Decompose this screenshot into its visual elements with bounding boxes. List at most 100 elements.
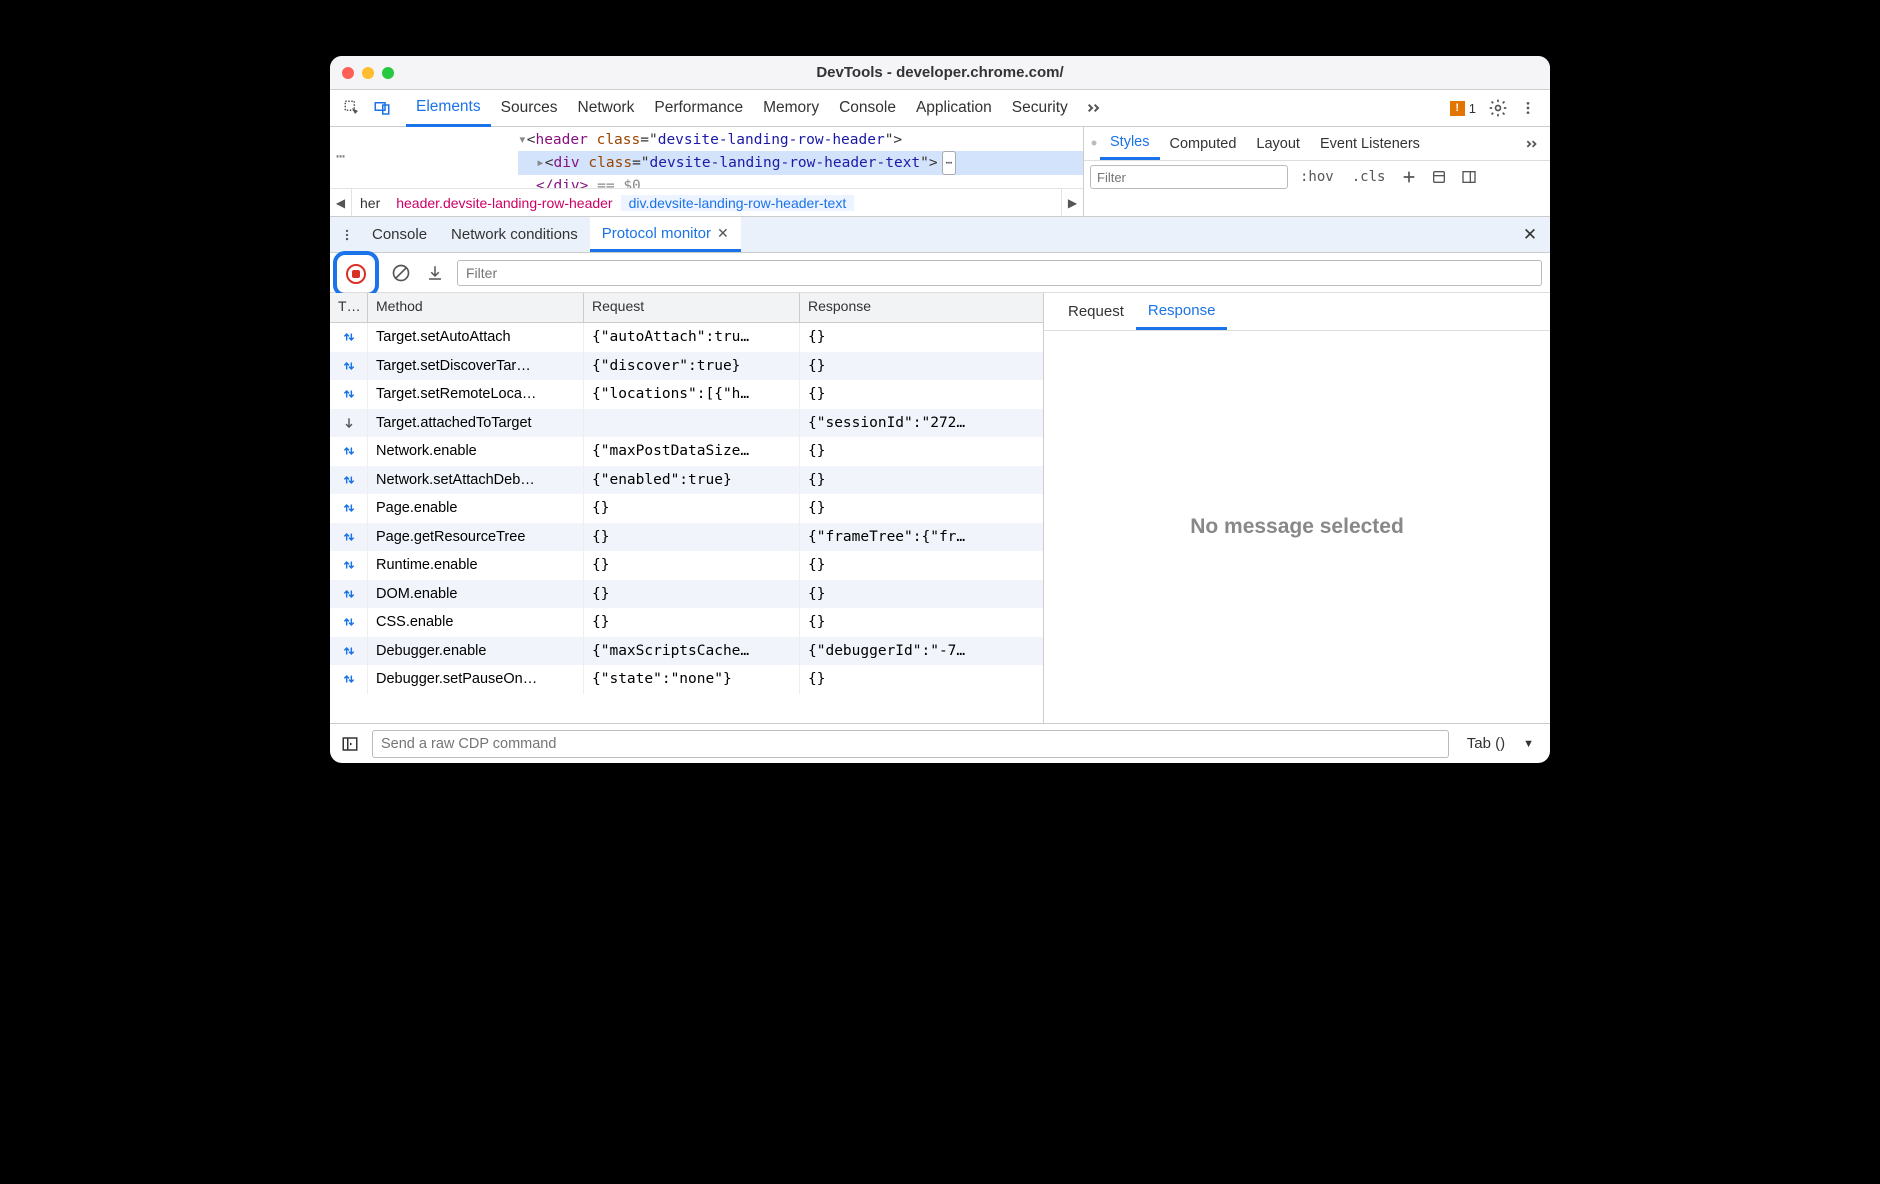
cell-method: CSS.enable [368, 608, 584, 637]
breadcrumb-item-selected[interactable]: div.devsite-landing-row-header-text [621, 195, 855, 211]
detail-tab-strip: RequestResponse [1044, 293, 1550, 331]
device-toolbar-icon[interactable] [368, 94, 396, 122]
issues-count: 1 [1469, 101, 1476, 116]
dom-line[interactable]: </div> == $0 [518, 175, 1083, 188]
direction-icon [330, 437, 368, 466]
direction-icon [330, 665, 368, 694]
table-row[interactable]: Debugger.setPauseOn…{"state":"none"}{} [330, 665, 1043, 694]
drawer-tab-label: Protocol monitor [602, 225, 711, 242]
tab-application[interactable]: Application [906, 90, 1002, 126]
settings-icon[interactable] [1484, 94, 1512, 122]
inspect-element-icon[interactable] [338, 94, 366, 122]
drawer-more-icon[interactable] [336, 221, 358, 249]
breadcrumb-scroll-right-icon[interactable]: ▶ [1061, 189, 1083, 216]
table-row[interactable]: Target.attachedToTarget{"sessionId":"272… [330, 409, 1043, 438]
new-style-rule-icon[interactable] [1397, 165, 1421, 189]
cell-response: {} [800, 352, 1043, 381]
tab-sources[interactable]: Sources [491, 90, 568, 126]
direction-icon [330, 580, 368, 609]
close-tab-icon[interactable]: ✕ [717, 225, 729, 242]
table-row[interactable]: Target.setDiscoverTar…{"discover":true}{… [330, 352, 1043, 381]
table-row[interactable]: Network.setAttachDeb…{"enabled":true}{} [330, 466, 1043, 495]
close-window-button[interactable] [342, 67, 354, 79]
more-style-tabs-icon[interactable] [1518, 130, 1546, 158]
styles-tab-layout[interactable]: Layout [1246, 127, 1310, 160]
detail-placeholder: No message selected [1044, 331, 1550, 723]
dom-line-selected[interactable]: ▸<div class="devsite-landing-row-header-… [518, 151, 1083, 175]
dom-gutter-ellipsis-icon[interactable]: ⋯ [336, 147, 345, 165]
table-row[interactable]: Target.setRemoteLoca…{"locations":[{"h…{… [330, 380, 1043, 409]
cdp-target-selector[interactable]: Tab () ▼ [1459, 735, 1542, 752]
tab-performance[interactable]: Performance [644, 90, 753, 126]
issues-badge[interactable]: ! 1 [1444, 101, 1482, 116]
cell-method: Network.setAttachDeb… [368, 466, 584, 495]
table-row[interactable]: Debugger.enable{"maxScriptsCache…{"debug… [330, 637, 1043, 666]
direction-icon [330, 523, 368, 552]
record-button[interactable] [346, 264, 366, 284]
styles-tab-event-listeners[interactable]: Event Listeners [1310, 127, 1430, 160]
tab-memory[interactable]: Memory [753, 90, 829, 126]
more-options-icon[interactable] [1514, 94, 1542, 122]
styles-tab-styles[interactable]: Styles [1100, 127, 1160, 160]
styles-tab-computed[interactable]: Computed [1160, 127, 1247, 160]
styles-filter-input[interactable] [1090, 165, 1288, 189]
drawer-tab-strip: Console Network conditions Protocol monito… [330, 217, 1550, 253]
cdp-command-input[interactable] [372, 730, 1449, 758]
dropdown-icon: ▼ [1523, 738, 1534, 750]
drawer-tab-protocol-monitor[interactable]: Protocol monitor ✕ [590, 217, 741, 252]
record-button-highlight [333, 251, 379, 297]
toggle-command-editor-icon[interactable] [338, 732, 362, 756]
dom-line[interactable]: ▾<header class="devsite-landing-row-head… [518, 129, 1083, 151]
elements-panel: ⋯ ▾<header class="devsite-landing-row-he… [330, 127, 1550, 217]
cell-response: {"sessionId":"272… [800, 409, 1043, 438]
table-row[interactable]: DOM.enable{}{} [330, 580, 1043, 609]
table-row[interactable]: Network.enable{"maxPostDataSize…{} [330, 437, 1043, 466]
clear-button[interactable] [389, 261, 413, 285]
col-header-type[interactable]: T… [330, 293, 368, 322]
more-tabs-icon[interactable] [1080, 94, 1108, 122]
window-title: DevTools - developer.chrome.com/ [330, 64, 1550, 81]
hov-button[interactable]: :hov [1294, 169, 1340, 185]
computed-styles-icon[interactable] [1427, 165, 1451, 189]
drawer-tab-network-conditions[interactable]: Network conditions [439, 217, 590, 252]
cell-request: {} [584, 523, 800, 552]
traffic-lights [342, 67, 394, 79]
table-row[interactable]: CSS.enable{}{} [330, 608, 1043, 637]
cls-button[interactable]: .cls [1346, 169, 1392, 185]
cell-request: {"locations":[{"h… [584, 380, 800, 409]
zoom-window-button[interactable] [382, 67, 394, 79]
col-header-response[interactable]: Response [800, 293, 1043, 322]
dom-tree[interactable]: ⋯ ▾<header class="devsite-landing-row-he… [330, 127, 1083, 188]
table-row[interactable]: Target.setAutoAttach{"autoAttach":tru…{} [330, 323, 1043, 352]
table-row[interactable]: Page.getResourceTree{}{"frameTree":{"fr… [330, 523, 1043, 552]
save-button[interactable] [423, 261, 447, 285]
table-row[interactable]: Runtime.enable{}{} [330, 551, 1043, 580]
toggle-sidebar-icon[interactable] [1457, 165, 1481, 189]
tab-console[interactable]: Console [829, 90, 906, 126]
cdp-target-label: Tab () [1467, 735, 1505, 752]
cell-request: {"maxPostDataSize… [584, 437, 800, 466]
minimize-window-button[interactable] [362, 67, 374, 79]
cell-request: {"maxScriptsCache… [584, 637, 800, 666]
tab-elements[interactable]: Elements [406, 91, 491, 127]
col-header-method[interactable]: Method [368, 293, 584, 322]
table-row[interactable]: Page.enable{}{} [330, 494, 1043, 523]
breadcrumb-item[interactable]: her [352, 195, 388, 211]
protocol-filter-input[interactable] [457, 260, 1542, 286]
protocol-monitor-body: T… Method Request Response Target.setAut… [330, 293, 1550, 723]
tab-security[interactable]: Security [1002, 90, 1078, 126]
col-header-request[interactable]: Request [584, 293, 800, 322]
detail-tab-response[interactable]: Response [1136, 293, 1228, 330]
drawer-tab-console[interactable]: Console [360, 217, 439, 252]
cell-response: {} [800, 323, 1043, 352]
breadcrumb-scroll-left-icon[interactable]: ◀ [330, 189, 352, 216]
close-drawer-icon[interactable]: ✕ [1516, 221, 1544, 249]
cell-request: {} [584, 551, 800, 580]
protocol-detail-pane: RequestResponse No message selected [1044, 293, 1550, 723]
breadcrumb-item[interactable]: header.devsite-landing-row-header [388, 195, 620, 211]
tab-network[interactable]: Network [568, 90, 645, 126]
cell-request: {"state":"none"} [584, 665, 800, 694]
expand-ellipsis-icon[interactable]: ⋯ [942, 151, 957, 175]
drawer-tab-label: Network conditions [451, 226, 578, 243]
detail-tab-request[interactable]: Request [1056, 293, 1136, 330]
